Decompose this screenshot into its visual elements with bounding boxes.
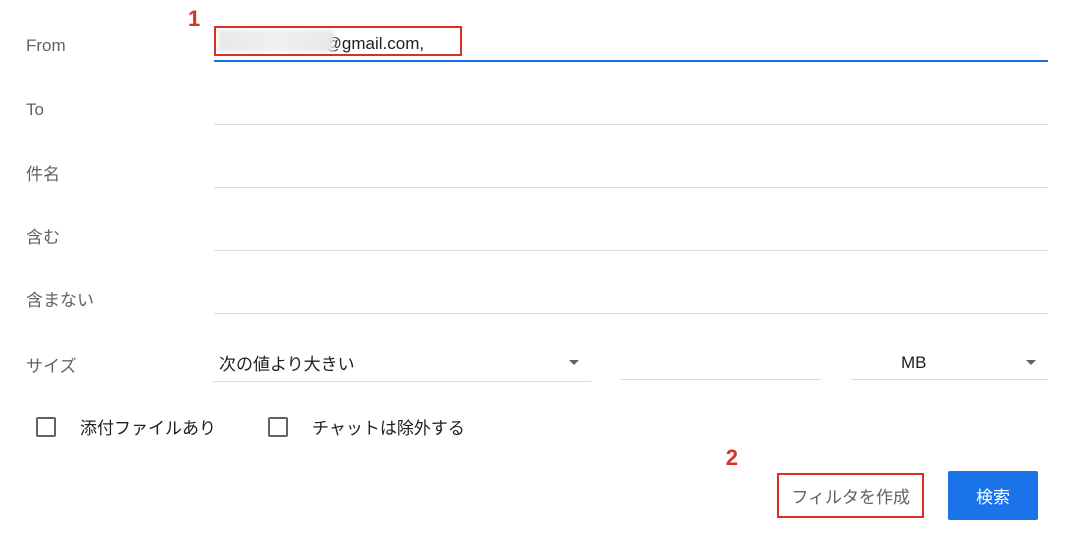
excludes-label: 含まない: [24, 286, 214, 311]
attachment-checkbox[interactable]: [36, 417, 56, 437]
includes-input[interactable]: [214, 220, 1048, 251]
from-row: From: [24, 30, 1048, 62]
from-label: From: [24, 36, 214, 56]
button-row: 2 フィルタを作成 検索: [24, 471, 1048, 520]
exclude-chat-checkbox-label: チャットは除外する: [312, 414, 465, 439]
checkbox-row: 添付ファイルあり チャットは除外する: [24, 414, 1048, 439]
size-unit-select[interactable]: MB: [851, 349, 1048, 380]
subject-row: 件名: [24, 157, 1048, 188]
size-label: サイズ: [24, 352, 213, 377]
chevron-down-icon: [569, 360, 579, 365]
annotation-number-2: 2: [726, 445, 738, 471]
size-value-input[interactable]: [621, 349, 821, 380]
excludes-input[interactable]: [214, 283, 1048, 314]
excludes-row: 含まない: [24, 283, 1048, 314]
size-comparator-select[interactable]: 次の値より大きい: [213, 346, 591, 382]
includes-row: 含む: [24, 220, 1048, 251]
to-row: To: [24, 94, 1048, 125]
size-unit-value: MB: [857, 353, 927, 373]
exclude-chat-checkbox[interactable]: [268, 417, 288, 437]
to-label: To: [24, 100, 214, 120]
search-button[interactable]: 検索: [948, 471, 1038, 520]
annotation-number-1: 1: [188, 6, 200, 32]
subject-input[interactable]: [214, 157, 1048, 188]
to-input[interactable]: [214, 94, 1048, 125]
size-row: サイズ 次の値より大きい MB: [24, 346, 1048, 382]
subject-label: 件名: [24, 160, 214, 185]
chevron-down-icon: [1026, 360, 1036, 365]
size-comparator-value: 次の値より大きい: [219, 350, 355, 375]
includes-label: 含む: [24, 223, 214, 248]
from-input-wrap: [214, 30, 1048, 62]
attachment-checkbox-label: 添付ファイルあり: [80, 414, 216, 439]
from-input[interactable]: [214, 30, 1048, 62]
attachment-checkbox-item: 添付ファイルあり: [36, 414, 216, 439]
exclude-chat-checkbox-item: チャットは除外する: [268, 414, 465, 439]
create-filter-button[interactable]: フィルタを作成: [777, 473, 924, 518]
